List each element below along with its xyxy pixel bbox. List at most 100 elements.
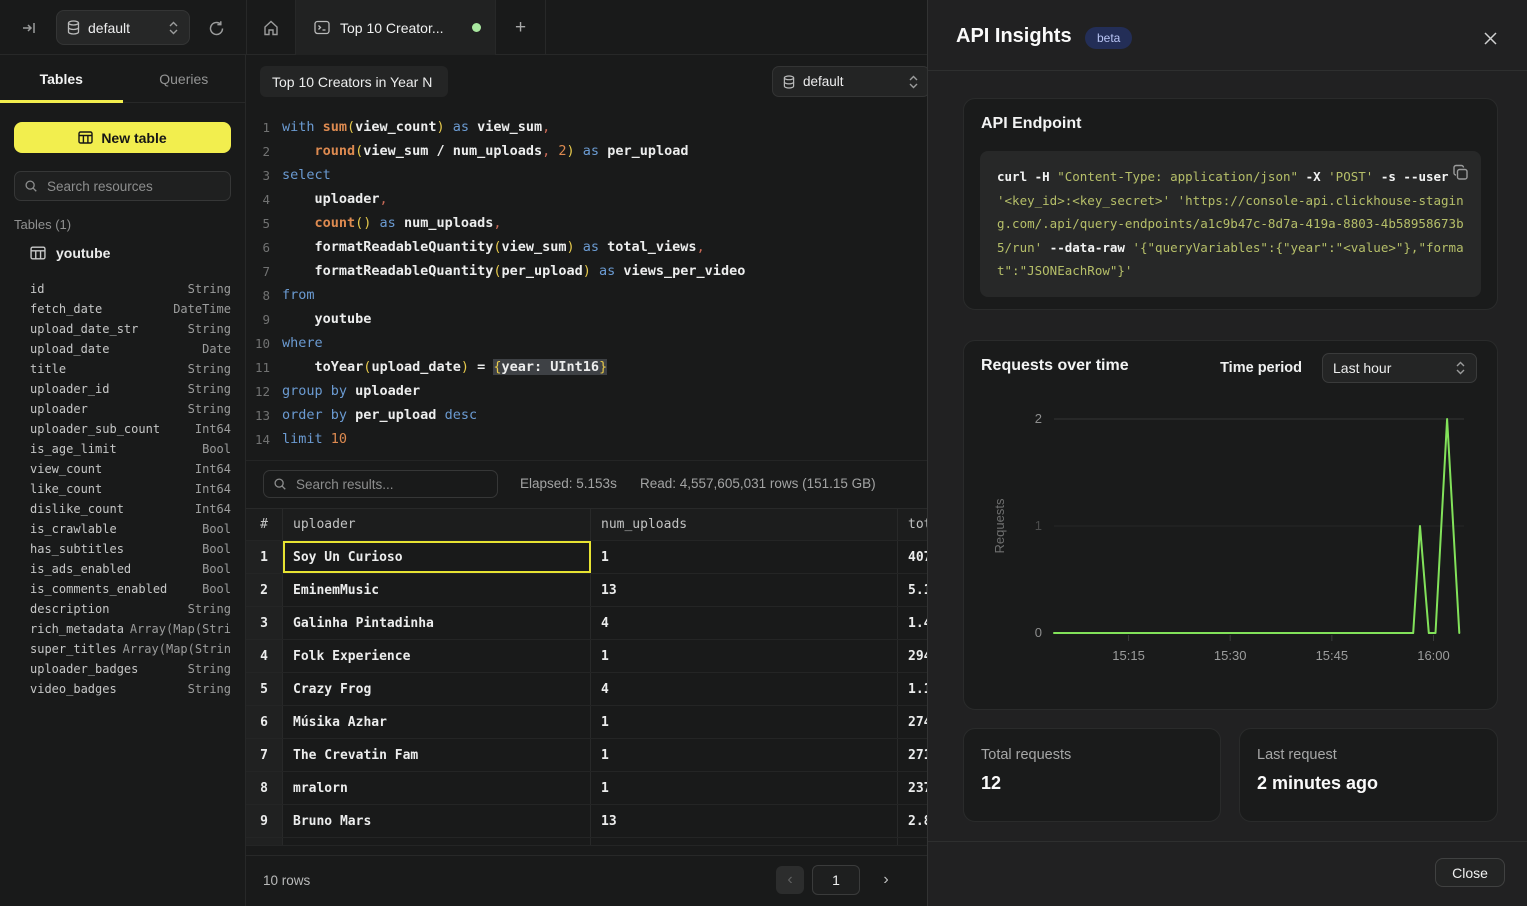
table-cell[interactable]: 1 xyxy=(591,706,898,738)
table-column[interactable]: like_countInt64 xyxy=(30,479,231,499)
pagination-page-button[interactable]: 1 xyxy=(812,865,860,895)
table-column[interactable]: uploader_sub_countInt64 xyxy=(30,419,231,439)
results-header-cell[interactable]: num_uploads xyxy=(591,509,898,540)
column-name: super_titles xyxy=(30,642,117,656)
code-text: order by per_upload desc xyxy=(282,407,477,423)
table-column[interactable]: fetch_dateDateTime xyxy=(30,299,231,319)
close-button[interactable]: Close xyxy=(1435,858,1505,887)
column-name: rich_metadata xyxy=(30,622,124,636)
table-column[interactable]: descriptionString xyxy=(30,599,231,619)
table-column[interactable]: is_ads_enabledBool xyxy=(30,559,231,579)
row-number-cell: 2 xyxy=(246,574,283,606)
table-column[interactable]: is_age_limitBool xyxy=(30,439,231,459)
table-cell[interactable]: Músika Azhar xyxy=(283,706,591,738)
total-requests-label: Total requests xyxy=(981,747,1071,763)
time-period-select[interactable]: Last hour xyxy=(1322,353,1477,383)
table-cell[interactable]: 4 xyxy=(591,607,898,639)
search-icon xyxy=(24,179,38,193)
table-column[interactable]: uploader_badgesString xyxy=(30,659,231,679)
query-title-text: Top 10 Creators in Year N xyxy=(272,74,432,90)
tab-top-10-creators[interactable]: Top 10 Creator... xyxy=(296,0,496,55)
table-column[interactable]: titleString xyxy=(30,359,231,379)
code-text: count() as num_uploads, xyxy=(282,215,501,231)
pagination-next-button[interactable]: › xyxy=(874,866,898,894)
query-title[interactable]: Top 10 Creators in Year N xyxy=(260,66,448,97)
table-cell[interactable]: mralorn xyxy=(283,772,591,804)
svg-text:15:15: 15:15 xyxy=(1112,648,1145,663)
panel-title: API Insights xyxy=(956,25,1072,48)
table-column[interactable]: dislike_countInt64 xyxy=(30,499,231,519)
column-type: Bool xyxy=(202,562,231,576)
table-cell[interactable]: Galinha Pintadinha xyxy=(283,607,591,639)
resource-search-input[interactable] xyxy=(45,178,221,195)
read-stats: Read: 4,557,605,031 rows (151.15 GB) xyxy=(640,470,876,498)
code-text: formatReadableQuantity(view_sum) as tota… xyxy=(282,239,705,255)
table-cell[interactable]: 4 xyxy=(591,673,898,705)
results-header-cell[interactable]: uploader xyxy=(283,509,591,540)
table-cell[interactable]: 1 xyxy=(591,541,898,573)
results-search-input[interactable] xyxy=(294,476,488,493)
column-type: Array(Map(Stri xyxy=(130,622,231,636)
code-text: from xyxy=(282,287,315,303)
database-selector[interactable]: default xyxy=(56,10,190,45)
copy-button[interactable] xyxy=(1449,161,1471,183)
plus-icon: + xyxy=(515,17,526,39)
svg-text:2: 2 xyxy=(1035,411,1042,426)
refresh-button[interactable] xyxy=(203,15,229,41)
column-name: has_subtitles xyxy=(30,542,124,556)
tables-count-label: Tables (1) xyxy=(14,217,71,232)
row-number-cell: 4 xyxy=(246,640,283,672)
panel-header: API Insights beta xyxy=(928,0,1527,71)
table-column[interactable]: uploader_idString xyxy=(30,379,231,399)
requests-chart: 01215:1515:3015:4516:00Requests xyxy=(978,397,1481,687)
table-column[interactable]: idString xyxy=(30,279,231,299)
new-tab-button[interactable]: + xyxy=(496,0,546,55)
svg-text:15:45: 15:45 xyxy=(1316,648,1349,663)
table-cell[interactable]: Crazy Frog xyxy=(283,673,591,705)
api-endpoint-card: API Endpoint curl -H "Content-Type: appl… xyxy=(963,98,1498,310)
home-button[interactable] xyxy=(246,0,296,55)
table-cell[interactable]: 13 xyxy=(591,805,898,837)
row-number-cell: 8 xyxy=(246,772,283,804)
table-column[interactable]: rich_metadata Array(Map(Stri xyxy=(30,619,231,639)
tab-queries[interactable]: Queries xyxy=(123,55,246,102)
svg-text:1: 1 xyxy=(1035,518,1042,533)
table-cell[interactable]: 1 xyxy=(591,640,898,672)
table-cell[interactable]: 1 xyxy=(591,772,898,804)
collapse-sidebar-button[interactable] xyxy=(16,15,42,41)
column-type: Bool xyxy=(202,522,231,536)
tab-tables[interactable]: Tables xyxy=(0,55,123,102)
table-column[interactable]: is_crawlableBool xyxy=(30,519,231,539)
new-table-button[interactable]: New table xyxy=(14,122,231,153)
panel-close-button[interactable] xyxy=(1481,29,1499,47)
time-period-label: Time period xyxy=(1220,360,1302,376)
svg-text:Requests: Requests xyxy=(992,498,1007,553)
database-selector-value: default xyxy=(88,20,160,36)
table-cell[interactable]: Bruno Mars xyxy=(283,805,591,837)
table-column[interactable]: super_titlesArray(Map(Strin xyxy=(30,639,231,659)
table-column[interactable]: is_comments_enabledBool xyxy=(30,579,231,599)
table-cell[interactable]: 1 xyxy=(591,739,898,771)
table-column[interactable]: upload_dateDate xyxy=(30,339,231,359)
results-header-cell[interactable]: # xyxy=(246,509,283,540)
column-type: String xyxy=(188,602,231,616)
table-column[interactable]: view_countInt64 xyxy=(30,459,231,479)
search-icon xyxy=(273,477,287,491)
table-column[interactable]: has_subtitlesBool xyxy=(30,539,231,559)
last-request-card: Last request 2 minutes ago xyxy=(1239,728,1498,822)
svg-text:0: 0 xyxy=(1035,625,1042,640)
table-column[interactable]: upload_date_strString xyxy=(30,319,231,339)
code-text: formatReadableQuantity(per_upload) as vi… xyxy=(282,263,745,279)
pagination-prev-button[interactable]: ‹ xyxy=(776,866,804,894)
table-column[interactable]: video_badgesString xyxy=(30,679,231,699)
sidebar-table-youtube[interactable]: youtube xyxy=(14,241,231,265)
refresh-icon xyxy=(208,20,225,37)
table-column[interactable]: uploaderString xyxy=(30,399,231,419)
table-cell[interactable]: EminemMusic xyxy=(283,574,591,606)
table-cell[interactable]: The Crevatin Fam xyxy=(283,739,591,771)
sidebar: Tables Queries New table Tables (1) yout… xyxy=(0,55,246,906)
query-database-selector[interactable]: default xyxy=(772,66,930,97)
table-cell[interactable]: Folk Experience xyxy=(283,640,591,672)
table-cell[interactable]: Soy Un Curioso xyxy=(283,541,591,573)
table-cell[interactable]: 13 xyxy=(591,574,898,606)
